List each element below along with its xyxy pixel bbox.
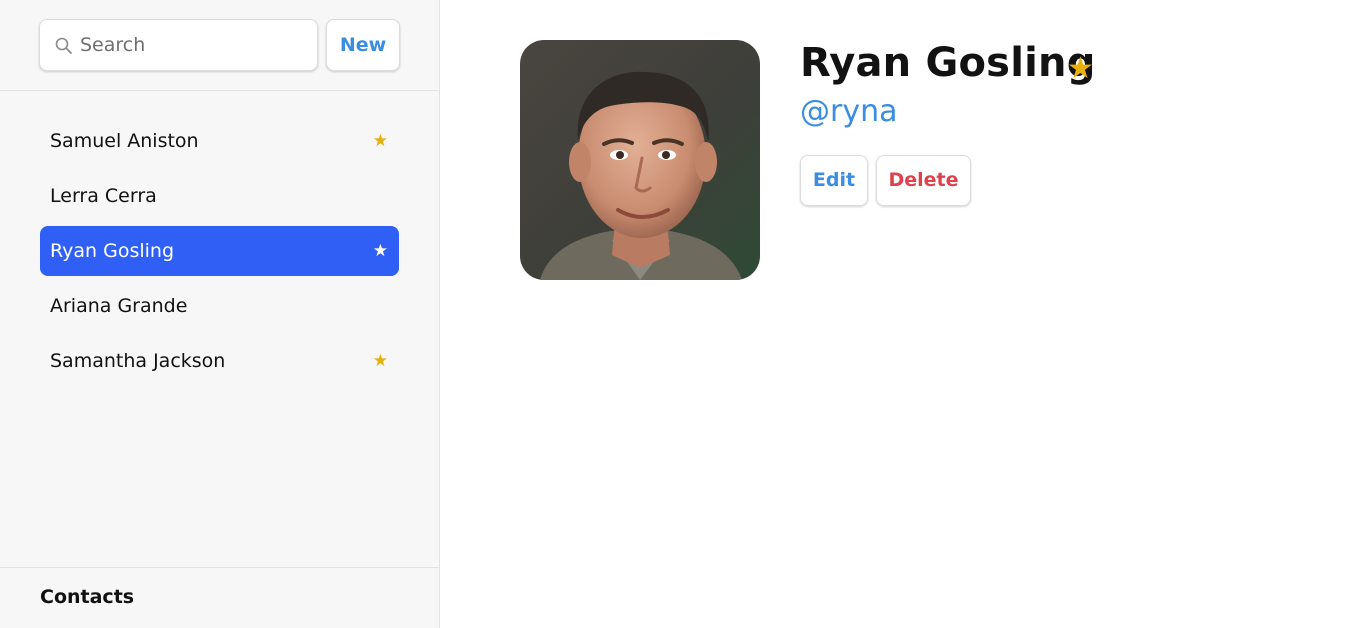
avatar xyxy=(520,40,760,280)
search-input[interactable] xyxy=(80,20,310,70)
favorite-star-icon[interactable]: ★ xyxy=(1067,51,1094,86)
contact-list: Samuel Aniston ★ Lerra Cerra Ryan Goslin… xyxy=(40,116,399,391)
contact-name: Samantha Jackson xyxy=(50,350,226,372)
favorite-star-icon: ★ xyxy=(372,241,388,261)
contact-name-heading: Ryan Gosling xyxy=(800,40,1096,86)
favorite-star-icon: ★ xyxy=(372,131,388,151)
contact-name: Lerra Cerra xyxy=(50,185,157,207)
footer-title: Contacts xyxy=(40,586,135,608)
contact-name: Ariana Grande xyxy=(50,295,188,317)
contact-name: Samuel Aniston xyxy=(50,130,199,152)
search-bar: New xyxy=(0,0,439,91)
new-contact-button[interactable]: New xyxy=(326,19,400,71)
search-icon xyxy=(55,37,72,54)
contact-detail: Ryan Gosling ★ @ryna Edit Delete xyxy=(440,0,1366,628)
contact-item-samuel-aniston[interactable]: Samuel Aniston ★ xyxy=(40,116,399,166)
contact-item-samantha-jackson[interactable]: Samantha Jackson ★ xyxy=(40,336,399,386)
delete-button[interactable]: Delete xyxy=(876,155,971,206)
favorite-star-icon: ★ xyxy=(372,351,388,371)
contact-item-ryan-gosling[interactable]: Ryan Gosling ★ xyxy=(40,226,399,276)
avatar-photo xyxy=(520,40,760,280)
contact-item-ariana-grande[interactable]: Ariana Grande xyxy=(40,281,399,331)
search-box[interactable] xyxy=(39,19,318,71)
sidebar-footer: Contacts xyxy=(0,567,439,628)
contact-item-lerra-cerra[interactable]: Lerra Cerra xyxy=(40,171,399,221)
sidebar: New Samuel Aniston ★ Lerra Cerra Ryan Go… xyxy=(0,0,440,628)
edit-button[interactable]: Edit xyxy=(800,155,868,206)
contact-handle: @ryna xyxy=(800,94,898,129)
contact-name: Ryan Gosling xyxy=(50,240,175,262)
